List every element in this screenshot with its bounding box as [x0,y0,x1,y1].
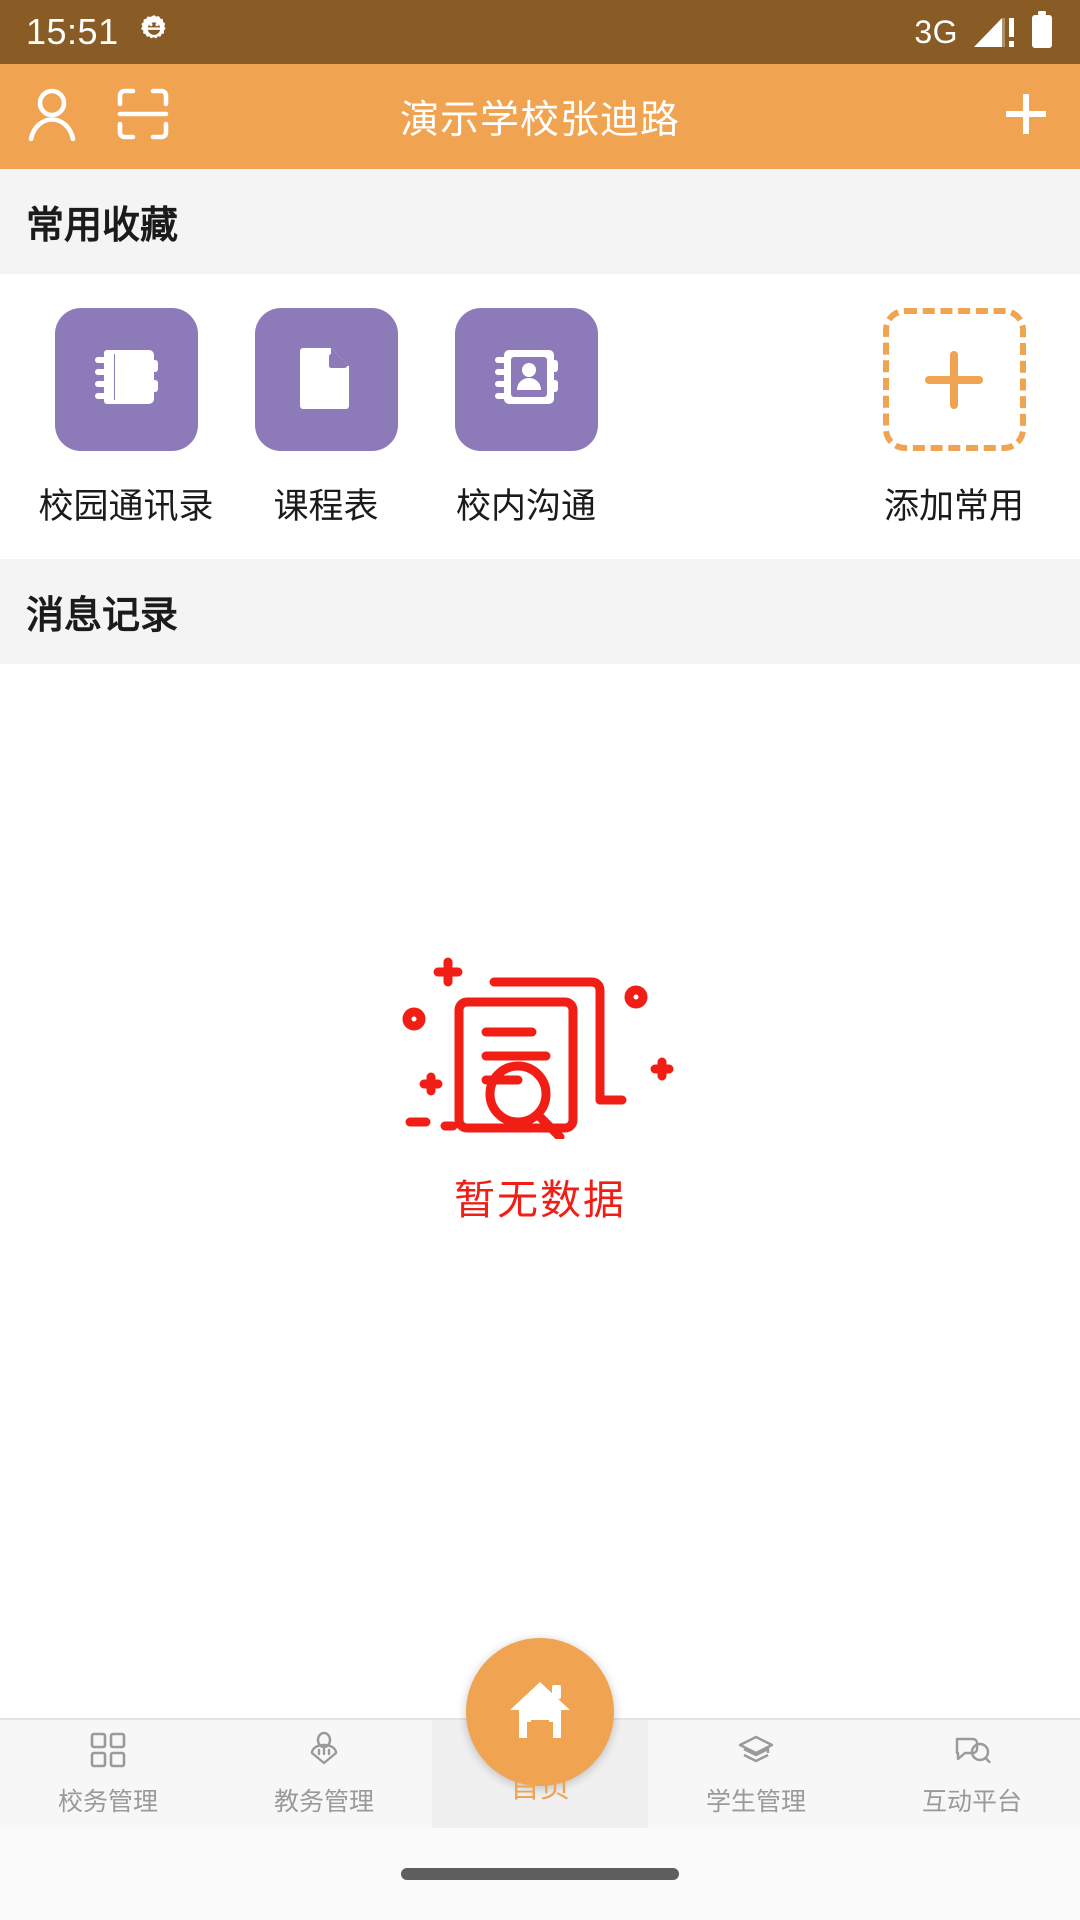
favorites-panel: 校园通讯录 课程表 校内沟通 添加常用 [0,274,1080,559]
notebook-icon [87,338,165,421]
app-root: 15:51 3G 演示学校张迪路 常用收藏 校园通讯录 课程表 校内沟通 添加常… [0,0,1080,1920]
network-label: 3G [914,13,958,50]
tab-home[interactable]: 首页 [432,1638,648,1828]
add-favorite-button[interactable]: 添加常用 [854,308,1054,529]
grid-icon [89,1731,127,1774]
person-icon[interactable] [26,86,78,147]
messages-header-title: 消息记录 [26,595,179,637]
favorites-section-header: 常用收藏 [0,169,1080,274]
plus-icon [998,86,1054,147]
status-time: 15:51 [26,11,119,52]
status-bar-right: 3G [914,10,1054,54]
favorite-tile [254,308,398,451]
document-icon [289,340,363,419]
favorites-row: 校园通讯录 课程表 校内沟通 添加常用 [26,308,1054,529]
add-button[interactable] [998,86,1054,147]
graduation-cap-icon [737,1731,775,1774]
gesture-area [0,1828,1080,1920]
bottom-nav: 校务管理 教务管理 首页 学生管理 互动平台 [0,1638,1080,1828]
favorite-item-contacts[interactable]: 校园通讯录 [26,308,226,529]
chat-bubbles-icon [952,1731,992,1774]
favorite-item-communication[interactable]: 校内沟通 [426,308,626,529]
tab-label: 首页 [510,1771,570,1804]
favorite-tile [54,308,198,451]
no-data-document-search-icon [390,934,690,1144]
battery-full-icon [1030,10,1054,54]
tab-label: 教务管理 [273,1787,374,1816]
tab-student-admin[interactable]: 学生管理 [648,1720,864,1828]
address-book-icon [487,338,565,421]
messages-empty-body: 暂无数据 [0,664,1080,1784]
bottom-area: 校务管理 教务管理 首页 学生管理 互动平台 [0,1638,1080,1920]
favorite-label: 校内沟通 [455,487,596,526]
tab-interaction-platform[interactable]: 互动平台 [864,1720,1080,1828]
favorite-label: 校园通讯录 [38,487,214,526]
tab-school-admin[interactable]: 校务管理 [0,1720,216,1828]
status-bar: 15:51 3G [0,0,1080,64]
favorite-label: 课程表 [273,487,379,526]
signal-warning-icon [972,14,1016,50]
gear-icon [137,13,171,52]
tab-label: 学生管理 [705,1787,806,1816]
favorite-tile [454,308,598,451]
tab-label: 互动平台 [921,1787,1022,1816]
dashed-plus-icon [882,308,1026,451]
favorite-item-schedule[interactable]: 课程表 [226,308,426,529]
app-bar-left-icons [26,86,170,147]
app-bar: 演示学校张迪路 [0,64,1080,169]
favorites-header-title: 常用收藏 [26,205,179,247]
scan-icon[interactable] [116,87,170,146]
tab-academic-admin[interactable]: 教务管理 [216,1720,432,1828]
empty-state-text: 暂无数据 [454,1177,626,1223]
status-bar-left: 15:51 [26,13,171,52]
add-favorite-label: 添加常用 [883,487,1024,526]
tab-label: 校务管理 [57,1787,158,1816]
home-icon [502,1672,578,1753]
teacher-icon [305,1731,343,1774]
home-indicator[interactable] [401,1868,679,1880]
messages-section-header: 消息记录 [0,559,1080,664]
